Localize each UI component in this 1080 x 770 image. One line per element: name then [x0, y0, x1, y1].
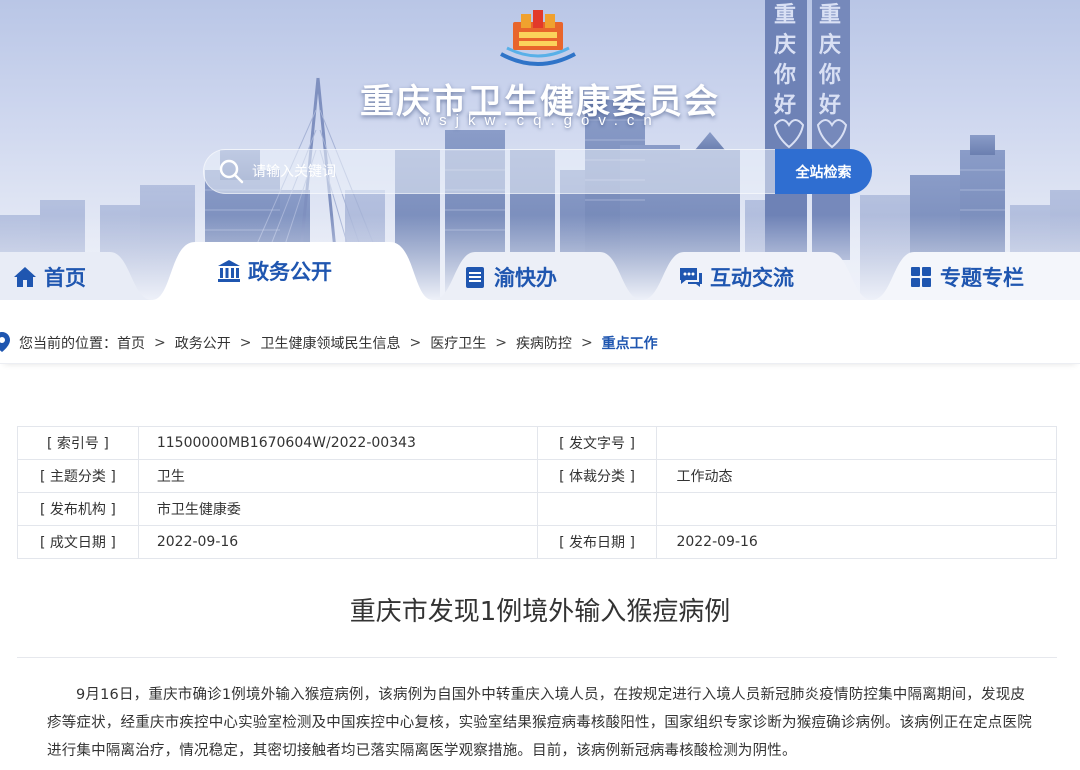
meta-value-empty: [656, 492, 1057, 526]
search-input[interactable]: [252, 153, 752, 190]
nav-tab-home[interactable]: 首页: [12, 252, 86, 302]
table-row: [ 索引号 ] 11500000MB1670604W/2022-00343 [ …: [17, 426, 1057, 460]
svg-text:重: 重: [774, 3, 796, 28]
nav-tab-label: 首页: [44, 266, 86, 290]
breadcrumb-separator: >: [239, 334, 252, 351]
meta-key-empty: [536, 492, 658, 526]
institution-icon: [218, 260, 240, 282]
meta-key-genre: [ 体裁分类 ]: [536, 459, 658, 493]
svg-text:庆: 庆: [819, 32, 841, 58]
nav-tab-label: 政务公开: [248, 260, 332, 284]
meta-value-document-number: [656, 426, 1057, 460]
main-nav: 首页 政务公开 渝快办 互动交流 专题专栏: [0, 252, 1080, 302]
breadcrumb-disease-control[interactable]: 疾病防控: [516, 333, 572, 353]
site-search-button[interactable]: 全站检索: [775, 149, 872, 194]
chat-icon: [680, 268, 702, 287]
table-row: [ 主题分类 ] 卫生 [ 体裁分类 ] 工作动态: [17, 459, 1057, 493]
article-title: 重庆市发现1例境外输入猴痘病例: [349, 597, 731, 627]
site-logo-icon: [500, 10, 576, 66]
meta-value-genre: 工作动态: [656, 459, 1057, 493]
table-row: [ 成文日期 ] 2022-09-16 [ 发布日期 ] 2022-09-16: [17, 525, 1057, 559]
breadcrumb-separator: >: [495, 334, 507, 351]
nav-tab-label: 专题专栏: [940, 266, 1024, 290]
article-divider: [17, 657, 1057, 658]
meta-key-document-number: [ 发文字号 ]: [536, 426, 658, 460]
meta-value-publish-date: 2022-09-16: [656, 525, 1057, 559]
breadcrumb-medical-health[interactable]: 医疗卫生: [430, 333, 486, 353]
meta-value-index-number: 11500000MB1670604W/2022-00343: [137, 426, 538, 460]
meta-value-topic: 卫生: [137, 459, 538, 493]
location-pin-icon: [0, 332, 10, 352]
document-meta-table: [ 索引号 ] 11500000MB1670604W/2022-00343 [ …: [17, 426, 1057, 559]
svg-text:庆: 庆: [774, 32, 796, 58]
breadcrumb-government-affairs[interactable]: 政务公开: [175, 333, 231, 353]
breadcrumb-separator: >: [580, 334, 593, 351]
svg-text:重: 重: [819, 3, 841, 28]
nav-tab-yukuaiban[interactable]: 渝快办: [462, 252, 557, 302]
article-body: 9月16日，重庆市确诊1例境外输入猴痘病例，该病例为自国外中转重庆入境人员，在按…: [47, 687, 1032, 759]
breadcrumb-home[interactable]: 首页: [117, 333, 145, 353]
breadcrumb: 您当前的位置： 首页 > 政务公开 > 卫生健康领域民生信息 > 医疗卫生 > …: [0, 322, 1080, 364]
breadcrumb-label: 您当前的位置：: [19, 335, 117, 352]
breadcrumb-separator: >: [409, 334, 422, 351]
nav-tab-government-affairs[interactable]: 政务公开: [216, 246, 332, 296]
breadcrumb-current[interactable]: 重点工作: [602, 333, 658, 353]
meta-value-publisher: 市卫生健康委: [137, 492, 538, 526]
meta-key-publish-date: [ 发布日期 ]: [536, 525, 658, 559]
table-row: [ 发布机构 ] 市卫生健康委: [17, 492, 1057, 526]
meta-key-index-number: [ 索引号 ]: [17, 426, 139, 460]
breadcrumb-separator: >: [154, 334, 166, 351]
meta-key-publisher: [ 发布机构 ]: [17, 492, 139, 526]
grid-icon: [911, 267, 931, 287]
site-domain: wsjkw.cq.gov.cn: [419, 112, 661, 129]
meta-value-written-date: 2022-09-16: [137, 525, 538, 559]
nav-tab-special-topics[interactable]: 专题专栏: [908, 252, 1024, 302]
meta-key-written-date: [ 成文日期 ]: [17, 525, 139, 559]
home-icon: [14, 267, 36, 287]
nav-tab-label: 互动交流: [710, 266, 794, 290]
search-icon[interactable]: [218, 158, 244, 184]
meta-key-topic: [ 主题分类 ]: [17, 459, 139, 493]
breadcrumb-livelihood-info[interactable]: 卫生健康领域民生信息: [260, 333, 400, 353]
nav-tab-label: 渝快办: [494, 266, 557, 290]
nav-tab-interaction[interactable]: 互动交流: [678, 252, 794, 302]
clipboard-icon: [466, 267, 484, 288]
